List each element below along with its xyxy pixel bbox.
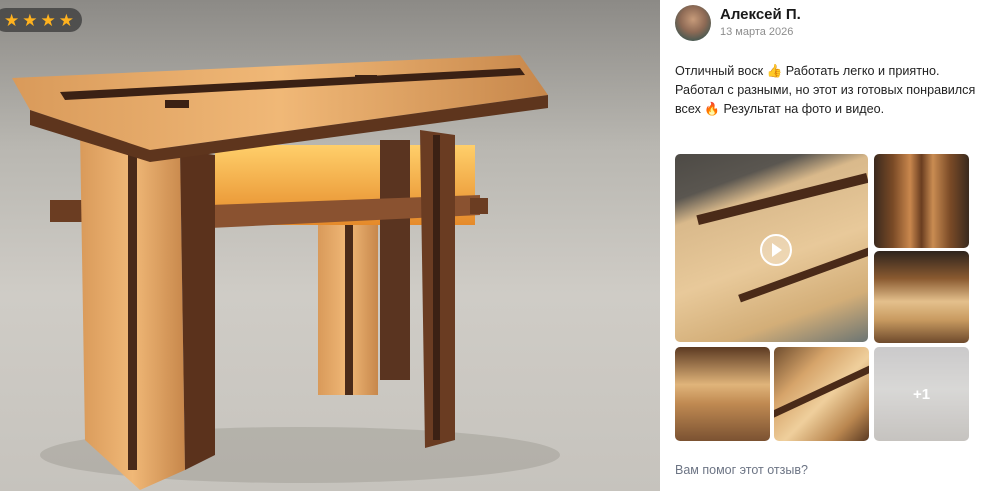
review-date: 13 марта 2026 <box>720 26 794 38</box>
review-photo-thumbnail[interactable] <box>675 347 770 441</box>
review-photo-thumbnail[interactable] <box>874 154 969 248</box>
review-main-photo[interactable]: ★ ★ ★ ★ <box>0 0 660 491</box>
author-name[interactable]: Алексей П. <box>720 6 801 23</box>
star-icon: ★ <box>40 10 56 30</box>
review-panel: Алексей П. 13 марта 2026 Отличный воск 👍… <box>660 0 1000 491</box>
helpful-question: Вам помог этот отзыв? <box>675 463 808 477</box>
star-icon: ★ <box>58 10 74 30</box>
review-photo-thumbnail[interactable] <box>774 347 869 441</box>
review-video-thumbnail[interactable] <box>675 154 868 342</box>
star-icon: ★ <box>22 10 38 30</box>
rating-badge: ★ ★ ★ ★ <box>0 8 82 32</box>
stool-illustration <box>12 55 560 490</box>
review-photo-thumbnail[interactable] <box>874 251 969 343</box>
review-text: Отличный воск 👍 Работать легко и приятно… <box>675 64 976 116</box>
avatar[interactable] <box>675 5 711 41</box>
review-more-media[interactable]: +1 <box>874 347 969 441</box>
star-icon: ★ <box>4 10 20 30</box>
play-icon[interactable] <box>760 234 792 266</box>
more-media-count[interactable]: +1 <box>874 347 969 441</box>
